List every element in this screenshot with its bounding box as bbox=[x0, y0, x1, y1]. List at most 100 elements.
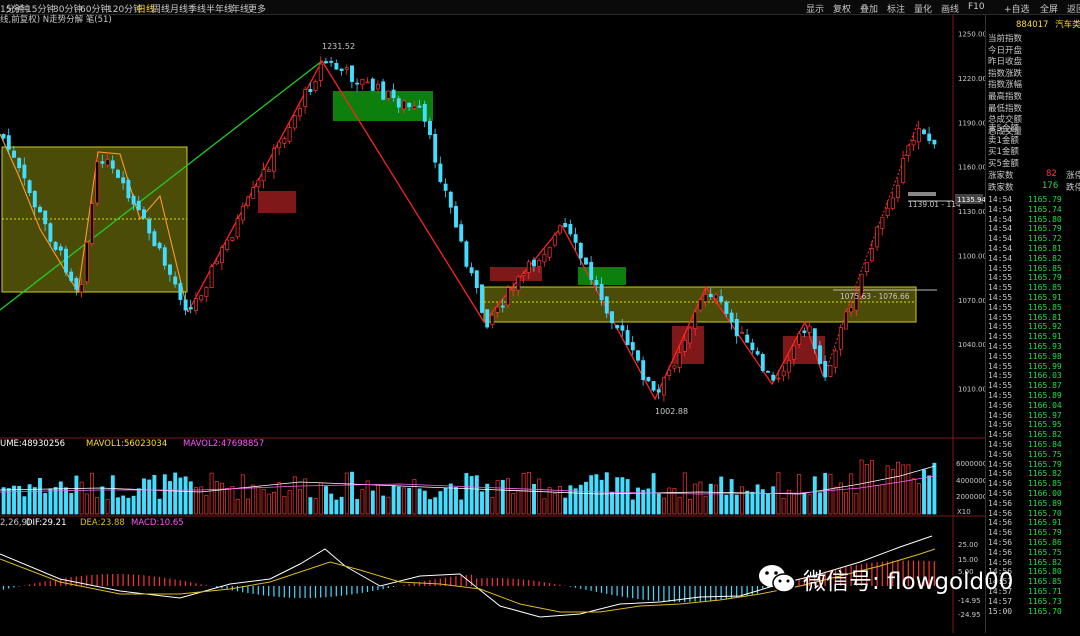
wechat-watermark: 微信号: flowgold00 bbox=[757, 562, 1013, 596]
candle-body bbox=[110, 160, 115, 169]
candle-body bbox=[786, 360, 791, 373]
volume-bar bbox=[58, 481, 63, 515]
field-label: 昨日收盘 bbox=[988, 57, 1023, 68]
candle-body bbox=[324, 61, 328, 64]
volume-bar bbox=[885, 465, 890, 515]
volume-bar bbox=[532, 484, 536, 515]
volume-bar bbox=[802, 492, 807, 515]
volume-bar bbox=[792, 493, 796, 515]
candle-body bbox=[448, 191, 453, 208]
candle-body bbox=[537, 260, 542, 267]
candle-body bbox=[116, 169, 120, 178]
volume-bar bbox=[641, 489, 646, 515]
volume-bar bbox=[573, 488, 578, 515]
tick-row: 14:55 1165.91 bbox=[988, 293, 1062, 302]
tick-price: 1165.84 bbox=[1028, 440, 1062, 449]
candle-body bbox=[381, 81, 386, 100]
candle-body bbox=[578, 242, 583, 259]
volume-bar bbox=[636, 487, 640, 515]
candle-body bbox=[121, 177, 126, 184]
candle-body bbox=[740, 331, 744, 334]
tick-time: 14:55 bbox=[988, 263, 1013, 273]
volume-bar bbox=[282, 495, 287, 515]
volume-bar bbox=[703, 495, 708, 515]
tick-time: 14:54 bbox=[988, 214, 1013, 224]
tick-row: 14:56 1165.97 bbox=[988, 411, 1062, 420]
toolbar-button-6[interactable]: F10 bbox=[968, 2, 985, 12]
volume-bar bbox=[313, 498, 318, 515]
candle-body bbox=[454, 205, 458, 228]
candle-body bbox=[459, 224, 464, 242]
tick-price: 1165.85 bbox=[1028, 283, 1062, 293]
zone-red-1 bbox=[258, 191, 296, 213]
chart-area[interactable]: 1231.52 1002.88 1075.63 - 1076.66 1139.0… bbox=[0, 14, 987, 633]
candle-body bbox=[407, 102, 412, 108]
volume-bar bbox=[771, 486, 776, 515]
candle-body bbox=[932, 139, 937, 145]
tick-row: 14:56 1165.82 bbox=[988, 430, 1062, 439]
order-label: 买5金额 bbox=[988, 158, 1019, 169]
volume-bar bbox=[688, 498, 692, 515]
volume-bar bbox=[896, 461, 900, 515]
volume-bar bbox=[844, 492, 848, 515]
volume-bar bbox=[417, 488, 422, 515]
volume-bar bbox=[69, 493, 74, 515]
tick-price: 1165.89 bbox=[1028, 498, 1062, 508]
candle-body bbox=[339, 68, 344, 71]
volume-bar bbox=[256, 485, 261, 515]
tick-row: 14:57 1165.73 bbox=[988, 597, 1062, 606]
candle-body bbox=[235, 218, 240, 238]
tick-time: 14:54 bbox=[988, 253, 1013, 263]
tick-row: 14:56 1165.89 bbox=[988, 499, 1062, 508]
volume-bar bbox=[105, 498, 110, 515]
volume-bar bbox=[147, 479, 152, 515]
volume-bar bbox=[859, 459, 864, 515]
tick-row: 14:56 1165.79 bbox=[988, 528, 1062, 537]
tick-row: 14:54 1165.79 bbox=[988, 224, 1062, 233]
candle-body bbox=[672, 365, 677, 369]
candle-body bbox=[844, 311, 848, 330]
volume-bar bbox=[911, 478, 916, 515]
candle-body bbox=[532, 259, 536, 267]
kline-chart[interactable]: 1231.52 1002.88 1075.63 - 1076.66 1139.0… bbox=[0, 14, 987, 633]
candle-body bbox=[27, 180, 32, 194]
volume-bar bbox=[272, 491, 276, 515]
volume-bar bbox=[490, 497, 495, 515]
candle-body bbox=[370, 78, 375, 91]
candle-body bbox=[173, 276, 178, 285]
index-code: 884017 bbox=[1016, 20, 1049, 30]
volume-bar bbox=[807, 494, 812, 515]
volume-bar bbox=[734, 494, 739, 515]
price-tick-label: 1160.00 bbox=[958, 164, 985, 172]
tick-row: 14:55 1165.89 bbox=[988, 391, 1062, 400]
tick-time: 14:55 bbox=[988, 312, 1013, 322]
volume-bar bbox=[932, 462, 937, 515]
mavol1-legend: MAVOL1:56023034 bbox=[86, 439, 167, 449]
volume-bar bbox=[199, 486, 204, 515]
candle-body bbox=[906, 145, 911, 156]
tick-time: 14:56 bbox=[988, 538, 1013, 547]
volume-bar bbox=[745, 490, 750, 515]
tick-row: 14:56 1165.91 bbox=[988, 518, 1062, 527]
volume-bar bbox=[459, 499, 464, 515]
tick-price: 1165.82 bbox=[1028, 469, 1062, 479]
volume-bar bbox=[188, 481, 193, 515]
candle-body bbox=[344, 67, 349, 70]
field-label: 最高指数 bbox=[988, 92, 1023, 102]
candle-body bbox=[656, 389, 661, 393]
candle-body bbox=[776, 377, 781, 380]
watermark-text: 微信号: flowgold00 bbox=[803, 569, 1014, 595]
candle-body bbox=[802, 330, 807, 334]
tick-time: 14:55 bbox=[988, 302, 1013, 312]
candle-body bbox=[797, 333, 802, 345]
volume-bar bbox=[110, 475, 115, 515]
candle-body bbox=[95, 161, 100, 204]
tick-price: 1165.74 bbox=[1028, 204, 1062, 214]
candle-body bbox=[188, 307, 193, 310]
volume-bar bbox=[287, 490, 292, 515]
volume-bar bbox=[183, 476, 188, 515]
volume-bar bbox=[927, 475, 932, 515]
candle-body bbox=[880, 216, 885, 229]
candle-body bbox=[729, 312, 734, 323]
volume-bar bbox=[464, 473, 469, 515]
